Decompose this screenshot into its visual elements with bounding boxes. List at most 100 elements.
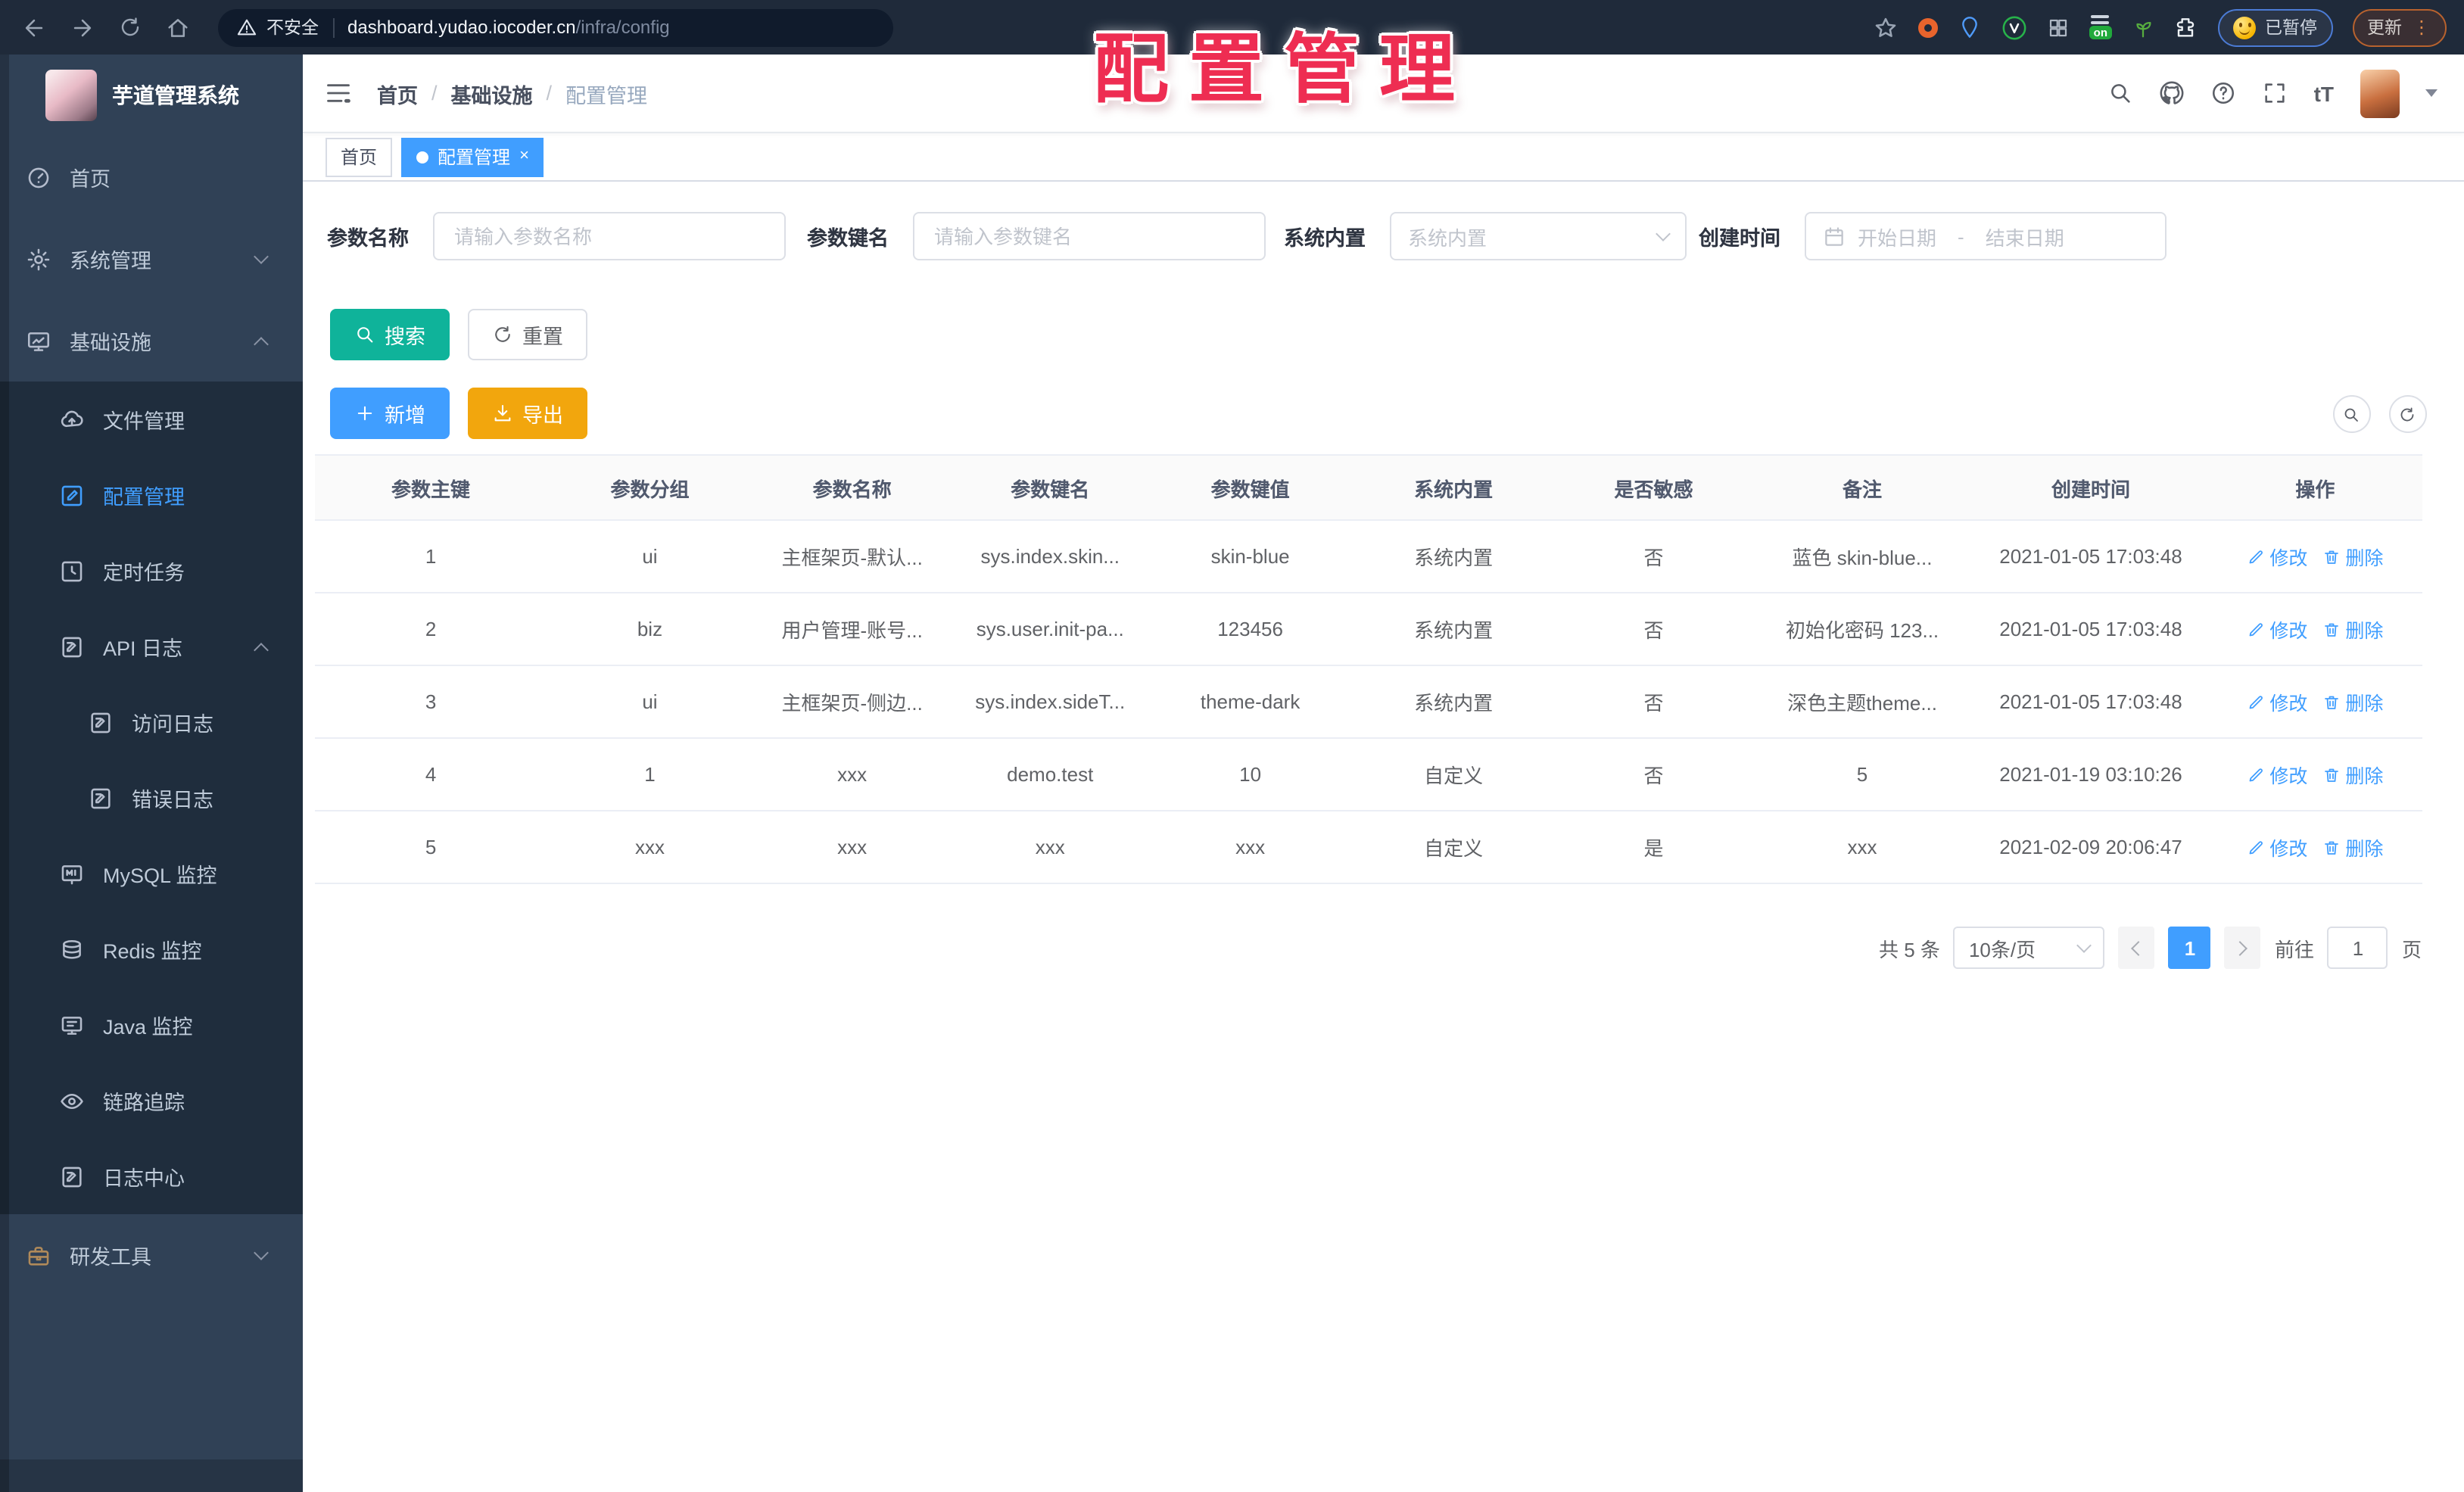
sidebar-item-log-center[interactable]: 日志中心 xyxy=(0,1138,303,1214)
current-page-button[interactable]: 1 xyxy=(2168,927,2211,969)
user-avatar[interactable] xyxy=(2360,69,2399,117)
add-button[interactable]: 新增 xyxy=(330,388,450,439)
gear-icon xyxy=(26,246,51,272)
prev-page-button[interactable] xyxy=(2118,927,2155,969)
reset-button[interactable]: 重置 xyxy=(468,309,587,360)
date-range-picker[interactable]: 开始日期 - 结束日期 xyxy=(1805,212,2167,260)
delete-link[interactable]: 删除 xyxy=(2322,615,2383,643)
trash-icon xyxy=(2322,693,2341,711)
date-end-placeholder[interactable]: 结束日期 xyxy=(1986,222,2064,251)
sidebar-item-home[interactable]: 首页 xyxy=(0,136,303,218)
chevron-left-icon xyxy=(2132,940,2147,955)
browser-back-icon[interactable] xyxy=(21,14,47,40)
goto-page-input[interactable] xyxy=(2327,927,2388,969)
extension-on-badge-icon[interactable]: on xyxy=(2089,14,2112,40)
extension-grid-icon[interactable] xyxy=(2047,16,2070,39)
sidebar-item-dev-tools[interactable]: 研发工具 xyxy=(0,1214,303,1296)
kebab-menu-icon[interactable]: ⋮ xyxy=(2413,17,2431,38)
sidebar-item-file-mgmt[interactable]: 文件管理 xyxy=(0,382,303,457)
edit-link[interactable]: 修改 xyxy=(2247,833,2307,861)
sidebar-item-api-log[interactable]: API 日志 xyxy=(0,609,303,684)
sidebar-item-infrastructure[interactable]: 基础设施 xyxy=(0,300,303,382)
screen: 不安全 dashboard.yudao.iocoder.cn/infra/con… xyxy=(0,0,2464,1492)
param-key-label: 参数键名 xyxy=(807,227,889,250)
breadcrumb-separator: / xyxy=(431,82,438,104)
next-page-button[interactable] xyxy=(2224,927,2261,969)
doc-log-icon xyxy=(88,709,114,735)
help-icon[interactable] xyxy=(2211,80,2237,106)
param-key-input[interactable] xyxy=(913,212,1266,260)
delete-link[interactable]: 删除 xyxy=(2322,760,2383,789)
search-icon[interactable] xyxy=(2108,80,2134,106)
edit-link[interactable]: 修改 xyxy=(2247,615,2307,643)
logo-avatar xyxy=(45,70,97,121)
chevron-right-icon xyxy=(2233,940,2248,955)
extensions-puzzle-icon[interactable] xyxy=(2174,15,2198,39)
avatar-caret-down-icon[interactable] xyxy=(2425,89,2437,97)
param-name-input[interactable] xyxy=(433,212,786,260)
sidebar-item-redis-monitor[interactable]: Redis 监控 xyxy=(0,911,303,987)
extension-orange-ring-icon[interactable] xyxy=(1917,17,1938,37)
breadcrumb-current: 配置管理 xyxy=(565,84,648,107)
cloud-upload-icon xyxy=(59,406,85,432)
github-icon[interactable] xyxy=(2160,80,2185,106)
sidebar: 芋道管理系统 首页 系统管理 基础设施 文件管理 配置管理 定时任务 API 日… xyxy=(0,55,303,1492)
sidebar-item-config-mgmt[interactable]: 配置管理 xyxy=(0,457,303,533)
address-bar[interactable]: 不安全 dashboard.yudao.iocoder.cn/infra/con… xyxy=(218,8,893,46)
url-host: dashboard.yudao.iocoder.cn xyxy=(347,17,576,38)
timer-icon xyxy=(59,558,85,584)
date-separator: - xyxy=(1958,225,1964,248)
page-size-select[interactable]: 10条/页 xyxy=(1953,927,2105,969)
browser-reload-icon[interactable] xyxy=(118,15,142,39)
page-title-watermark: 配置管理 xyxy=(1093,27,1475,112)
extension-pin-icon[interactable] xyxy=(1958,15,1982,39)
builtin-select[interactable]: 系统内置 xyxy=(1390,212,1687,260)
trash-icon xyxy=(2322,838,2341,856)
edit-square-icon xyxy=(59,482,85,508)
date-start-placeholder[interactable]: 开始日期 xyxy=(1858,222,1936,251)
browser-home-icon[interactable] xyxy=(165,14,191,40)
tags-view-bar: 首页 配置管理 × xyxy=(303,133,2464,182)
download-icon xyxy=(492,403,513,424)
breadcrumb-infrastructure[interactable]: 基础设施 xyxy=(451,78,533,108)
text-size-icon[interactable]: tT xyxy=(2314,81,2334,105)
sidebar-item-mysql-monitor[interactable]: MySQL 监控 xyxy=(0,836,303,911)
java-monitor-icon xyxy=(59,1012,85,1038)
delete-link[interactable]: 删除 xyxy=(2322,687,2383,716)
sidebar-item-scheduled-jobs[interactable]: 定时任务 xyxy=(0,533,303,609)
export-button[interactable]: 导出 xyxy=(468,388,587,439)
edit-link[interactable]: 修改 xyxy=(2247,760,2307,789)
fullscreen-icon[interactable] xyxy=(2263,80,2288,106)
extension-v-badge-icon[interactable] xyxy=(2001,14,2027,40)
tab-home[interactable]: 首页 xyxy=(326,137,393,176)
delete-link[interactable]: 删除 xyxy=(2322,542,2383,571)
sidebar-collapse-bar[interactable] xyxy=(0,1459,303,1492)
breadcrumb-home[interactable]: 首页 xyxy=(377,78,418,108)
sidebar-item-access-log[interactable]: 访问日志 xyxy=(0,684,303,760)
emoji-smiley-icon xyxy=(2233,16,2256,39)
sidebar-item-system-mgmt[interactable]: 系统管理 xyxy=(0,218,303,300)
search-button[interactable]: 搜索 xyxy=(330,309,450,360)
delete-link[interactable]: 删除 xyxy=(2322,833,2383,861)
extension-sprout-icon[interactable] xyxy=(2132,16,2154,39)
hamburger-collapse-icon[interactable] xyxy=(324,79,353,107)
browser-forward-icon[interactable] xyxy=(70,14,95,40)
chevron-down-icon xyxy=(254,1244,269,1260)
close-icon[interactable]: × xyxy=(519,148,529,165)
app-logo[interactable]: 芋道管理系统 xyxy=(0,55,303,136)
edit-link[interactable]: 修改 xyxy=(2247,542,2307,571)
toggle-search-button[interactable] xyxy=(2332,395,2370,433)
refresh-table-button[interactable] xyxy=(2388,395,2426,433)
tab-config-mgmt[interactable]: 配置管理 × xyxy=(401,137,544,176)
table-row: 3 ui 主框架页-侧边... sys.index.sideT... theme… xyxy=(315,666,2422,739)
paused-pill-button[interactable]: 已暂停 xyxy=(2218,8,2332,46)
sidebar-item-java-monitor[interactable]: Java 监控 xyxy=(0,987,303,1063)
not-secure-warning-icon xyxy=(236,17,257,38)
sidebar-item-tracing[interactable]: 链路追踪 xyxy=(0,1063,303,1138)
bookmark-star-icon[interactable] xyxy=(1873,14,1899,40)
redis-db-icon xyxy=(59,936,85,962)
divider xyxy=(332,17,334,37)
browser-update-button[interactable]: 更新 ⋮ xyxy=(2352,8,2446,46)
edit-link[interactable]: 修改 xyxy=(2247,687,2307,716)
sidebar-item-error-log[interactable]: 错误日志 xyxy=(0,760,303,836)
